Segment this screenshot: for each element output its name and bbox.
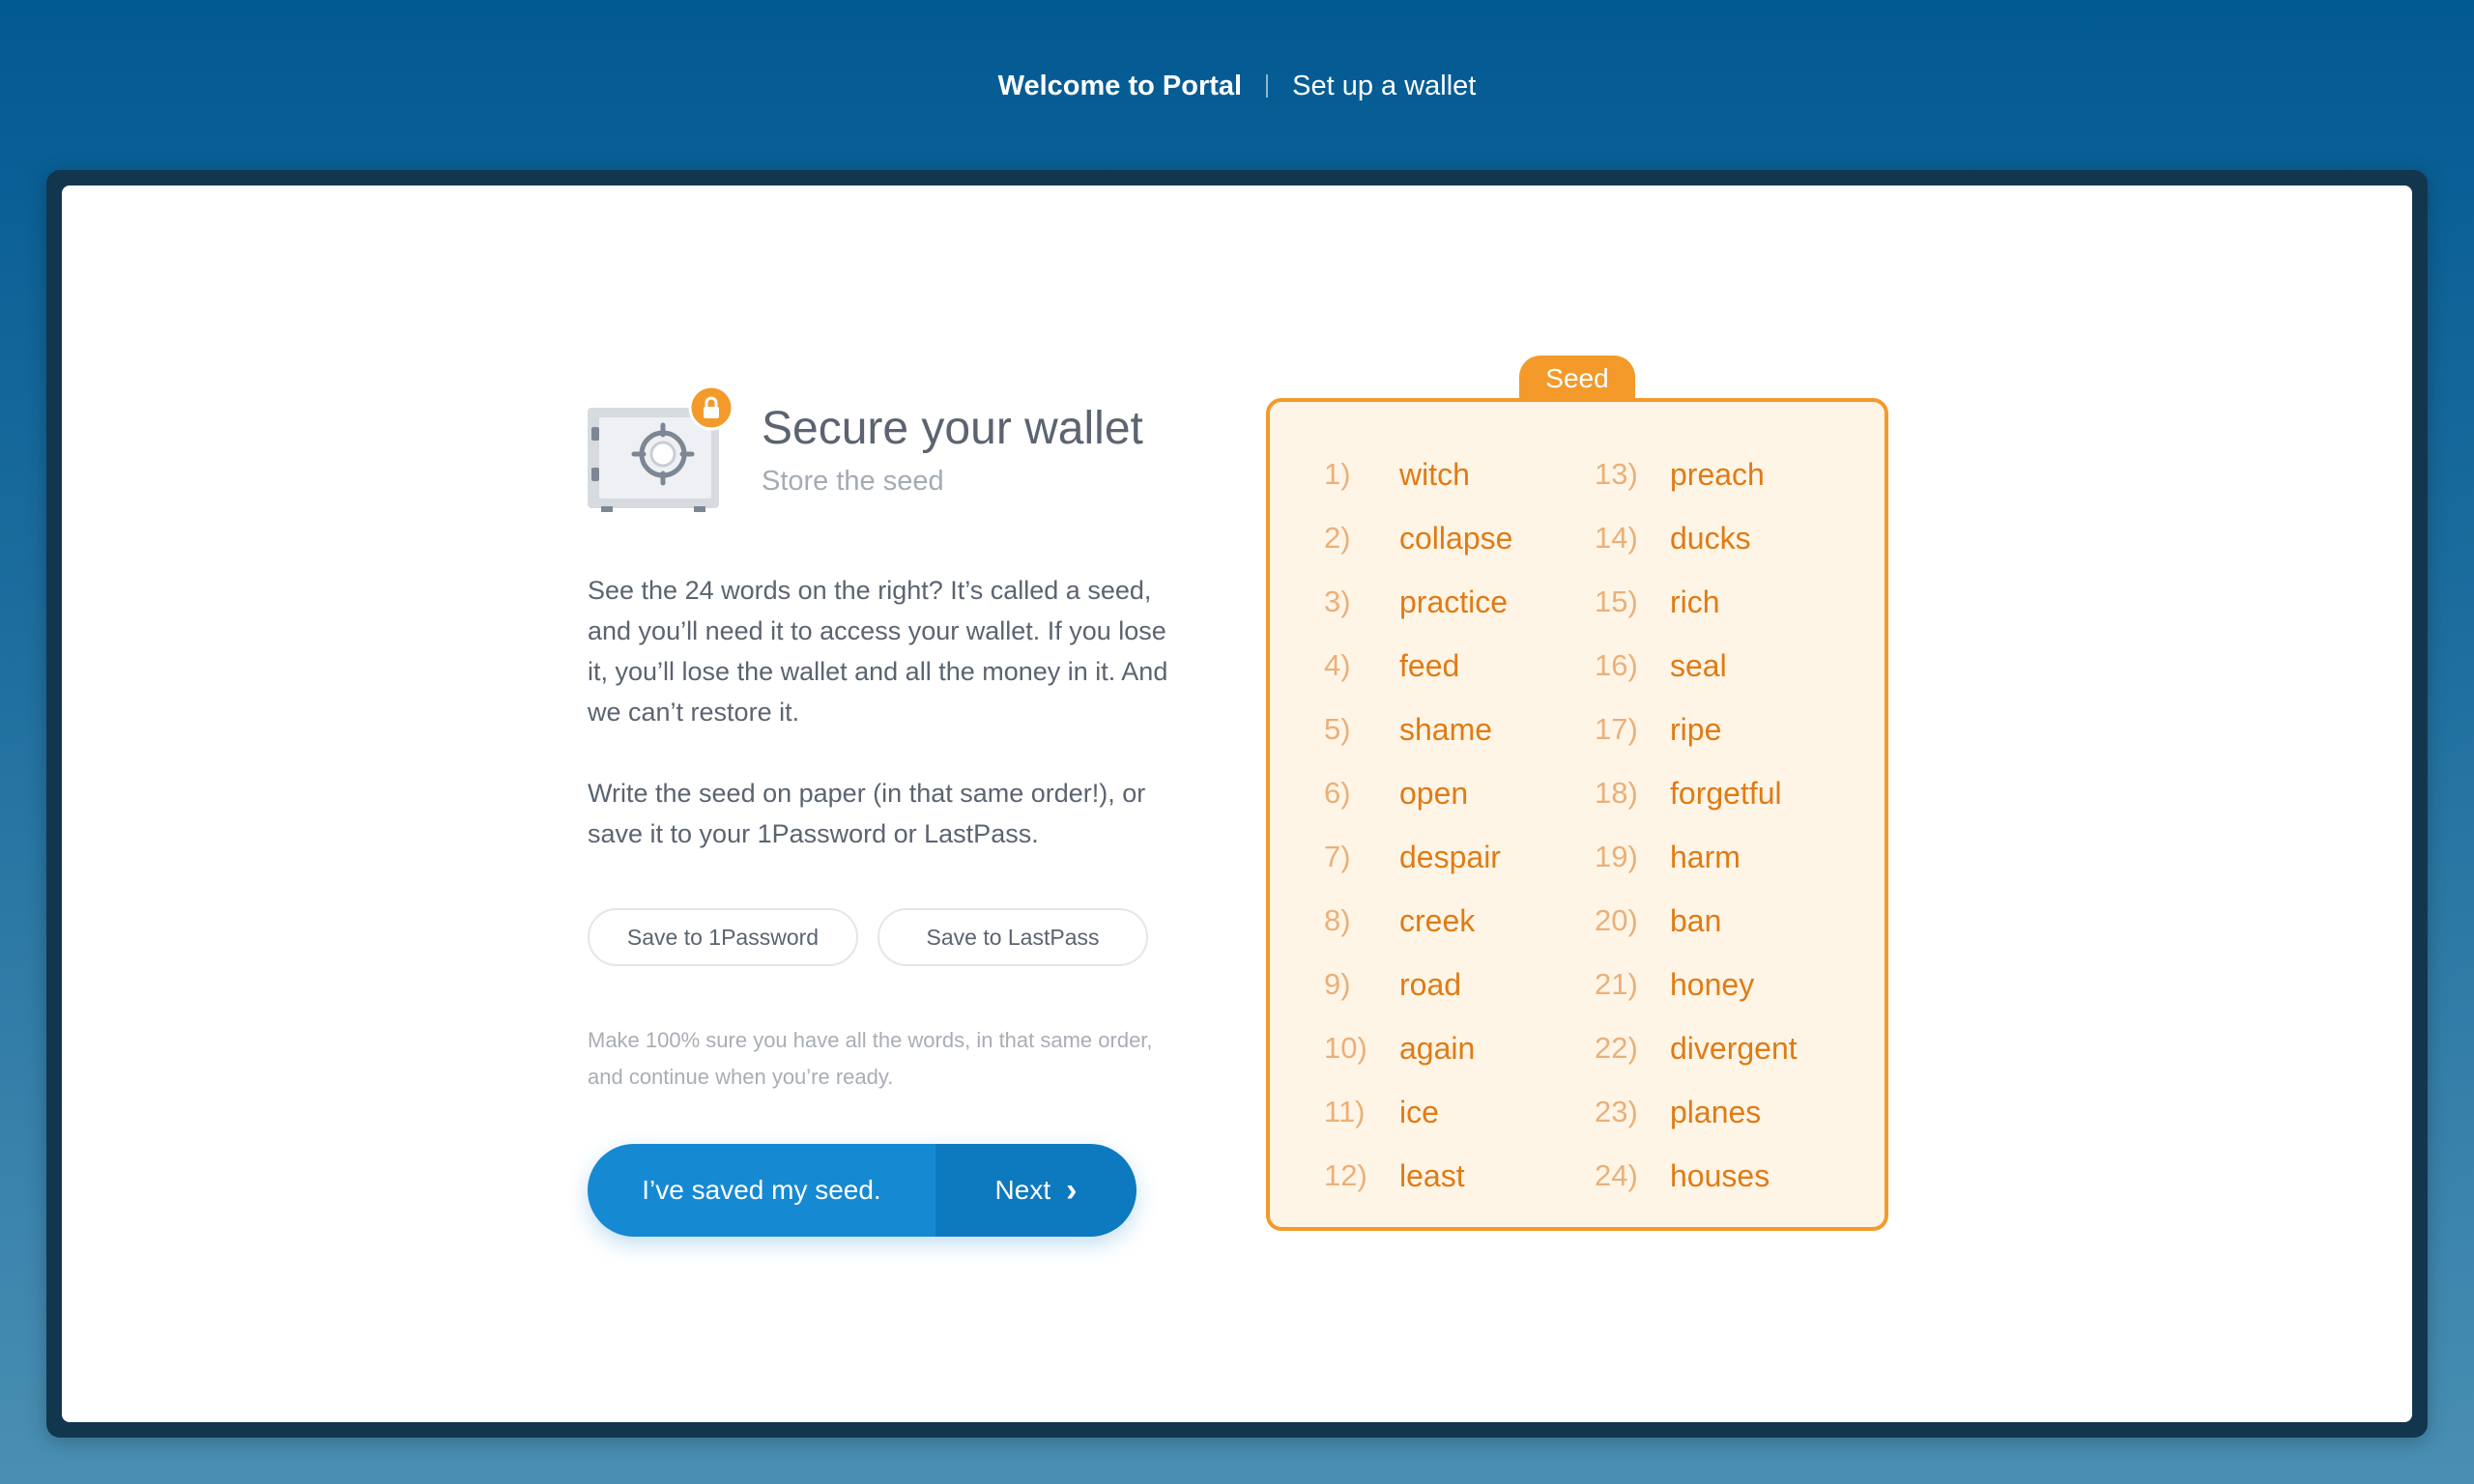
seed-word-number: 17) [1595, 712, 1638, 746]
seed-word: practice [1399, 584, 1509, 619]
chevron-right-icon: › [1066, 1172, 1078, 1209]
seed-word-row: 2) collapse [1324, 506, 1614, 570]
seed-word-row: 23) planes [1595, 1080, 1884, 1144]
seed-word: witch [1399, 456, 1470, 492]
seed-word: preach [1670, 456, 1765, 492]
seed-word: least [1399, 1157, 1465, 1193]
seed-word: forgetful [1670, 775, 1782, 811]
save-to-1password-button[interactable]: Save to 1Password [588, 908, 858, 966]
seed-word: open [1399, 775, 1469, 811]
seed-word-number: 12) [1324, 1158, 1367, 1192]
seed-word-row: 14) ducks [1595, 506, 1884, 570]
seed-word-number: 5) [1324, 712, 1351, 746]
content-card [62, 186, 2412, 1422]
seed-word-number: 11) [1324, 1095, 1366, 1128]
seed-word-row: 1) witch [1324, 442, 1614, 506]
seed-word-row: 16) seal [1595, 634, 1884, 698]
seed-word-row: 3) practice [1324, 570, 1614, 634]
step-title: Set up a wallet [1292, 70, 1477, 101]
lock-icon [688, 386, 734, 431]
seed-word: harm [1670, 839, 1740, 874]
seed-word-row: 21) honey [1595, 953, 1884, 1016]
seed-word-row: 6) open [1324, 761, 1614, 825]
confirm-saved-label: I’ve saved my seed. [642, 1175, 881, 1205]
seed-word-row: 10) again [1324, 1016, 1614, 1080]
seed-word-row: 24) houses [1595, 1144, 1884, 1208]
seed-word: planes [1670, 1094, 1762, 1129]
seed-word-number: 13) [1595, 457, 1638, 491]
safe-icon [588, 386, 734, 512]
seed-word: creek [1399, 902, 1476, 938]
seed-word-row: 5) shame [1324, 698, 1614, 761]
seed-word: ducks [1670, 520, 1751, 556]
seed-word: despair [1399, 839, 1501, 874]
next-button[interactable]: Next › [935, 1144, 1136, 1237]
seed-word-number: 6) [1324, 776, 1351, 810]
seed-word-row: 12) least [1324, 1144, 1614, 1208]
confirm-note: Make 100% sure you have all the words, i… [588, 1028, 1153, 1089]
seed-word: ice [1399, 1094, 1439, 1129]
seed-word-number: 2) [1324, 521, 1351, 555]
seed-word: seal [1670, 647, 1727, 683]
seed-word-number: 10) [1324, 1031, 1367, 1065]
seed-word: collapse [1399, 520, 1513, 556]
header-divider [1266, 74, 1269, 98]
seed-word-row: 18) forgetful [1595, 761, 1884, 825]
seed-word: road [1399, 966, 1462, 1002]
seed-word-number: 16) [1595, 648, 1638, 682]
seed-word-number: 21) [1595, 967, 1638, 1001]
confirm-saved-button[interactable]: I’ve saved my seed. [588, 1144, 935, 1237]
seed-word-number: 18) [1595, 776, 1638, 810]
page-title: Secure your wallet [762, 403, 1143, 454]
page-subtitle: Store the seed [762, 466, 944, 497]
instruction-paragraph: Write the seed on paper (in that same or… [588, 779, 1146, 848]
seed-word-number: 19) [1595, 840, 1638, 873]
seed-word-row: 7) despair [1324, 825, 1614, 889]
seed-word-number: 8) [1324, 903, 1351, 937]
seed-word-row: 11) ice [1324, 1080, 1614, 1144]
save-to-lastpass-button[interactable]: Save to LastPass [877, 908, 1148, 966]
seed-word: again [1399, 1030, 1476, 1066]
top-header: Welcome to Portal Set up a wallet [0, 62, 2474, 110]
seed-word: ban [1670, 902, 1722, 938]
seed-word-number: 1) [1324, 457, 1351, 491]
seed-panel: 1) witch 2) collapse 3) practice 4) feed 5) shame… [1266, 398, 1888, 1231]
seed-word-row: 20) ban [1595, 889, 1884, 953]
seed-word-number: 7) [1324, 840, 1351, 873]
seed-word-number: 15) [1595, 585, 1638, 618]
confirm-next-button-group[interactable]: I’ve saved my seed. Next › [588, 1144, 1136, 1237]
seed-tab-label: Seed [1545, 363, 1609, 393]
seed-word-number: 14) [1595, 521, 1638, 555]
seed-word-number: 22) [1595, 1031, 1638, 1065]
seed-word-number: 23) [1595, 1095, 1638, 1128]
seed-word: houses [1670, 1157, 1770, 1193]
seed-word: shame [1399, 711, 1493, 747]
seed-word-number: 4) [1324, 648, 1351, 682]
seed-word: honey [1670, 966, 1755, 1002]
heading-block: Secure your wallet Store the seed [762, 406, 1143, 498]
intro-paragraph: See the 24 words on the right? It’s call… [588, 576, 1168, 727]
seed-word-row: 22) divergent [1595, 1016, 1884, 1080]
seed-word-row: 13) preach [1595, 442, 1884, 506]
seed-word: rich [1670, 584, 1720, 619]
seed-word-number: 20) [1595, 903, 1638, 937]
seed-word: ripe [1670, 711, 1722, 747]
seed-word: feed [1399, 647, 1460, 683]
seed-word-number: 3) [1324, 585, 1351, 618]
seed-word-number: 24) [1595, 1158, 1638, 1192]
seed-word-row: 9) road [1324, 953, 1614, 1016]
seed-tab: Seed [1519, 356, 1635, 402]
seed-word: divergent [1670, 1030, 1798, 1066]
seed-word-number: 9) [1324, 967, 1351, 1001]
seed-word-row: 19) harm [1595, 825, 1884, 889]
seed-word-row: 8) creek [1324, 889, 1614, 953]
seed-word-row: 17) ripe [1595, 698, 1884, 761]
seed-word-row: 4) feed [1324, 634, 1614, 698]
seed-word-row: 15) rich [1595, 570, 1884, 634]
app-title: Welcome to Portal [997, 70, 1243, 101]
next-label: Next [994, 1175, 1051, 1205]
